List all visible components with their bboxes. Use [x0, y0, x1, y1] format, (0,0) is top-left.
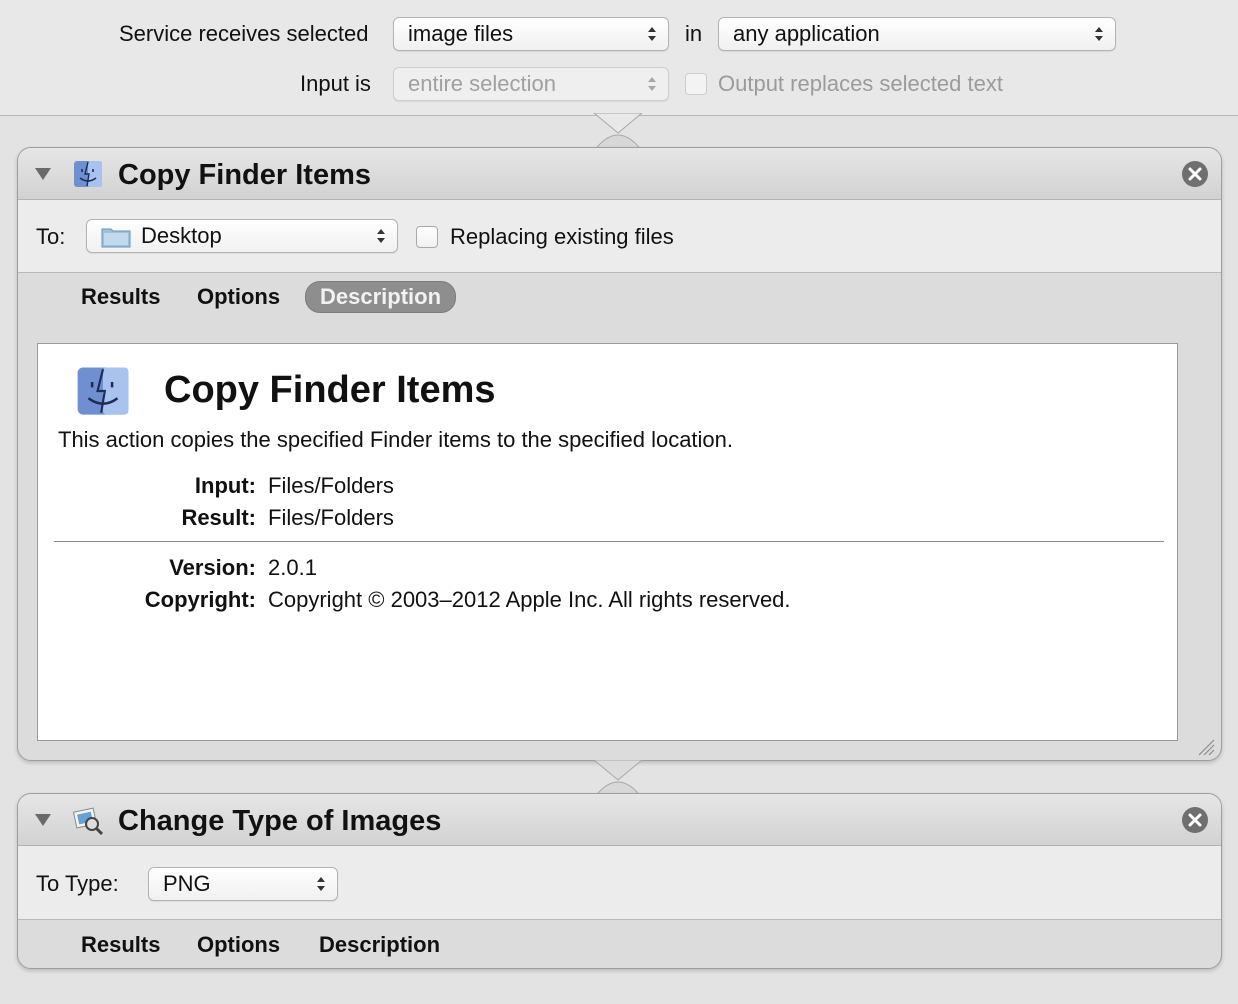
- disclosure-triangle-icon[interactable]: [34, 813, 52, 827]
- in-label: in: [685, 21, 703, 46]
- result-value: Files/Folders: [268, 505, 394, 530]
- close-icon[interactable]: [1181, 806, 1209, 834]
- input-scope-value: entire selection: [408, 71, 556, 96]
- image-type-popup[interactable]: PNG: [148, 867, 338, 901]
- action-options: To Type: PNG: [18, 846, 1221, 920]
- destination-value: Desktop: [141, 223, 222, 248]
- preview-icon: [72, 807, 104, 836]
- tab-options[interactable]: Options: [197, 930, 280, 960]
- result-key: Result:: [181, 505, 256, 530]
- action-header: Change Type of Images: [18, 794, 1221, 846]
- change-type-of-images-action: Change Type of Images To Type: PNG Resul…: [17, 793, 1222, 969]
- finder-icon: [74, 161, 102, 187]
- application-popup[interactable]: any application: [718, 17, 1116, 51]
- tab-description[interactable]: Description: [319, 930, 440, 960]
- version-value: 2.0.1: [268, 555, 317, 580]
- to-type-label: To Type:: [36, 871, 119, 896]
- action-options: To: Desktop Replacing existing files: [18, 200, 1221, 273]
- replacing-existing-label: Replacing existing files: [450, 224, 674, 249]
- popup-arrows-icon: [648, 27, 656, 41]
- version-key: Version:: [169, 555, 256, 580]
- input-type-value: image files: [408, 21, 514, 46]
- disclosure-triangle-icon[interactable]: [34, 167, 52, 181]
- tab-options[interactable]: Options: [197, 282, 280, 312]
- to-label: To:: [36, 224, 66, 249]
- input-is-label: Input is: [300, 71, 371, 96]
- description-text: This action copies the specified Finder …: [58, 427, 734, 452]
- input-key: Input:: [194, 473, 256, 498]
- popup-arrows-icon: [317, 877, 325, 891]
- copy-finder-items-action: Copy Finder Items To: Desktop Replacing …: [17, 147, 1222, 761]
- finder-icon: [77, 367, 129, 415]
- input-value: Files/Folders: [268, 473, 394, 498]
- copyright-key: Copyright:: [144, 587, 256, 612]
- destination-popup[interactable]: Desktop: [86, 219, 398, 253]
- service-receives-label: Service receives selected: [119, 21, 369, 46]
- replacing-existing-checkbox[interactable]: [416, 226, 438, 248]
- resize-grip-icon[interactable]: [1193, 734, 1215, 756]
- description-pane: Copy Finder Items This action copies the…: [37, 343, 1178, 741]
- action-header: Copy Finder Items: [18, 148, 1221, 200]
- input-type-popup[interactable]: image files: [393, 17, 669, 51]
- application-value: any application: [733, 21, 880, 46]
- tab-results[interactable]: Results: [81, 282, 160, 312]
- popup-arrows-icon: [648, 77, 656, 91]
- popup-arrows-icon: [1095, 27, 1103, 41]
- output-replaces-checkbox[interactable]: [685, 73, 707, 95]
- folder-icon: [101, 228, 131, 248]
- input-scope-popup[interactable]: entire selection: [393, 67, 669, 101]
- service-settings-bar: Service receives selected image files in…: [0, 0, 1238, 116]
- description-divider: [54, 541, 1164, 542]
- action-title: Change Type of Images: [118, 805, 442, 837]
- output-replaces-label: Output replaces selected text: [718, 71, 1003, 96]
- close-icon[interactable]: [1181, 160, 1209, 188]
- tab-results[interactable]: Results: [81, 930, 160, 960]
- popup-arrows-icon: [377, 229, 385, 243]
- image-type-value: PNG: [163, 871, 211, 896]
- action-title: Copy Finder Items: [118, 159, 371, 191]
- copyright-value: Copyright © 2003–2012 Apple Inc. All rig…: [268, 587, 791, 612]
- tab-description[interactable]: Description: [305, 281, 457, 313]
- description-title: Copy Finder Items: [164, 369, 496, 411]
